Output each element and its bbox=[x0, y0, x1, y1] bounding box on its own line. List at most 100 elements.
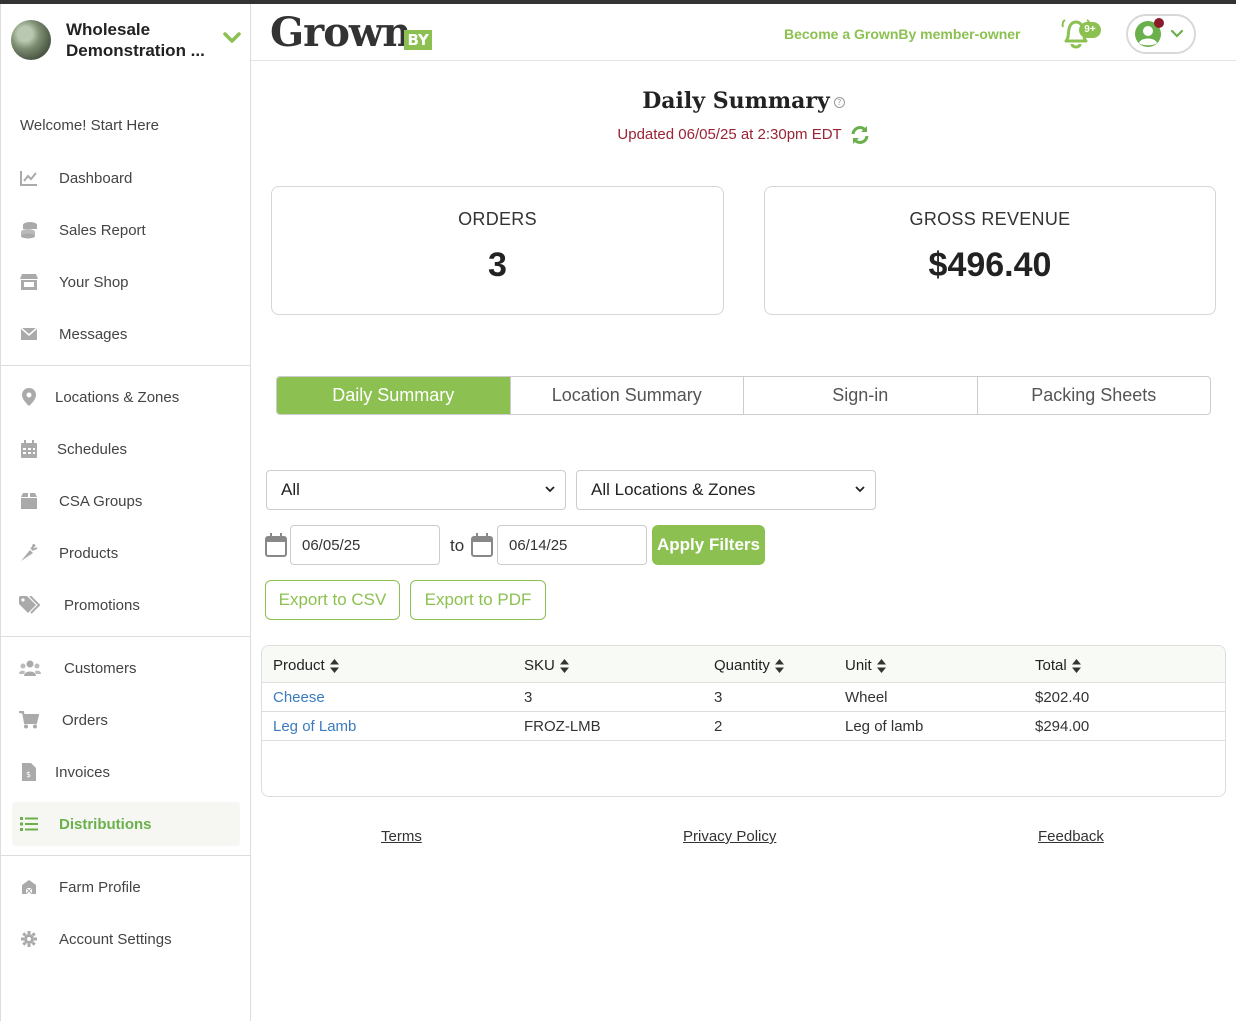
refresh-icon[interactable] bbox=[850, 125, 870, 145]
sidebar-item-label: Farm Profile bbox=[59, 878, 141, 896]
sidebar-item-label: Messages bbox=[59, 325, 128, 343]
tab-location-summary[interactable]: Location Summary bbox=[509, 377, 744, 414]
user-status-dot bbox=[1154, 18, 1164, 28]
sidebar-item-products[interactable]: Products bbox=[12, 531, 240, 575]
calendar-icon bbox=[19, 440, 39, 458]
orders-card: ORDERS 3 bbox=[271, 186, 724, 315]
column-header-sku[interactable]: SKU bbox=[524, 657, 569, 674]
sidebar-item-messages[interactable]: Messages bbox=[12, 312, 240, 356]
privacy-policy-link[interactable]: Privacy Policy bbox=[683, 828, 776, 845]
svg-text:$: $ bbox=[26, 770, 31, 779]
column-header-product[interactable]: Product bbox=[273, 657, 339, 674]
sidebar-item-farm-profile[interactable]: Farm Profile bbox=[12, 865, 240, 909]
invoice-icon: $ bbox=[19, 763, 39, 781]
product-link[interactable]: Leg of Lamb bbox=[273, 718, 356, 735]
sidebar-item-account-settings[interactable]: Account Settings bbox=[12, 917, 240, 961]
chevron-down-icon bbox=[545, 486, 555, 493]
cart-icon bbox=[19, 711, 39, 729]
sidebar-item-label: Invoices bbox=[55, 763, 111, 781]
sidebar-item-orders[interactable]: Orders bbox=[12, 698, 240, 742]
tab-sign-in[interactable]: Sign-in bbox=[743, 377, 977, 414]
revenue-label: GROSS REVENUE bbox=[909, 209, 1071, 229]
sort-icon bbox=[876, 658, 886, 673]
chevron-down-icon bbox=[855, 486, 865, 493]
grownby-logo[interactable]: Grown BY bbox=[270, 10, 432, 56]
table-header: Product SKU Quantity Unit Total bbox=[262, 646, 1225, 683]
help-icon[interactable]: ? bbox=[833, 96, 845, 108]
product-link[interactable]: Cheese bbox=[273, 689, 325, 706]
notification-badge: 9+ bbox=[1079, 22, 1101, 38]
chevron-down-icon[interactable] bbox=[223, 32, 241, 44]
orders-value: 3 bbox=[488, 246, 507, 284]
user-menu[interactable] bbox=[1126, 14, 1196, 54]
tags-icon bbox=[19, 596, 41, 614]
sidebar-item-label: Promotions bbox=[64, 596, 140, 614]
end-date-input[interactable]: 06/14/25 bbox=[497, 525, 647, 565]
sidebar-item-invoices[interactable]: $ Invoices bbox=[12, 750, 240, 794]
sidebar-item-label: Products bbox=[59, 544, 119, 562]
sidebar-item-label: Locations & Zones bbox=[55, 388, 180, 406]
sidebar-item-customers[interactable]: Customers bbox=[12, 646, 240, 690]
to-label: to bbox=[450, 536, 465, 555]
member-owner-link[interactable]: Become a GrownBy member-owner bbox=[784, 26, 1021, 42]
column-header-quantity[interactable]: Quantity bbox=[714, 657, 784, 674]
tab-packing-sheets[interactable]: Packing Sheets bbox=[976, 377, 1211, 414]
tab-daily-summary[interactable]: Daily Summary bbox=[277, 377, 510, 414]
chart-line-icon bbox=[19, 169, 39, 187]
top-header: Grown BY Become a GrownBy member-owner 9… bbox=[251, 4, 1236, 61]
export-pdf-button[interactable]: Export to PDF bbox=[410, 580, 546, 620]
sku-cell: 3 bbox=[524, 689, 533, 706]
list-icon bbox=[19, 815, 39, 833]
map-pin-icon bbox=[19, 388, 39, 406]
quantity-cell: 2 bbox=[714, 718, 723, 735]
carrot-icon bbox=[19, 544, 39, 562]
sidebar-item-distributions[interactable]: Distributions bbox=[12, 802, 240, 846]
box-icon bbox=[19, 492, 39, 510]
sidebar-item-csa-groups[interactable]: CSA Groups bbox=[12, 479, 240, 523]
notifications-button[interactable]: 9+ bbox=[1059, 18, 1101, 52]
sort-icon bbox=[1071, 658, 1081, 673]
column-header-unit[interactable]: Unit bbox=[845, 657, 886, 674]
total-cell: $202.40 bbox=[1035, 689, 1090, 706]
sidebar-item-label: CSA Groups bbox=[59, 492, 143, 510]
sidebar-item-dashboard[interactable]: Dashboard bbox=[12, 156, 240, 200]
table-row: Cheese 3 3 Wheel $202.40 bbox=[262, 683, 1225, 712]
feedback-link[interactable]: Feedback bbox=[1038, 828, 1104, 845]
apply-filters-button[interactable]: Apply Filters bbox=[652, 525, 765, 565]
sidebar-item-label: Account Settings bbox=[59, 930, 172, 948]
sidebar-item-schedules[interactable]: Schedules bbox=[12, 427, 240, 471]
calendar-icon[interactable] bbox=[471, 533, 493, 557]
location-select[interactable]: All Locations & Zones bbox=[576, 470, 876, 510]
revenue-value: $496.40 bbox=[928, 246, 1052, 284]
sidebar-item-sales-report[interactable]: Sales Report bbox=[12, 208, 240, 252]
users-icon bbox=[19, 659, 41, 677]
start-date-input[interactable]: 06/05/25 bbox=[290, 525, 440, 565]
sidebar-item-your-shop[interactable]: Your Shop bbox=[12, 260, 240, 304]
farm-switcher[interactable]: Wholesale Demonstration ... bbox=[11, 18, 243, 62]
chevron-down-icon bbox=[1170, 29, 1184, 38]
sidebar-item-label: Your Shop bbox=[59, 273, 129, 291]
sidebar: Wholesale Demonstration ... Welcome! Sta… bbox=[0, 4, 251, 1021]
sort-icon bbox=[559, 658, 569, 673]
calendar-icon[interactable] bbox=[265, 533, 287, 557]
sidebar-item-promotions[interactable]: Promotions bbox=[12, 583, 240, 627]
updated-status: Updated 06/05/25 at 2:30pm EDT bbox=[251, 125, 1236, 145]
orders-label: ORDERS bbox=[458, 209, 537, 229]
coins-icon bbox=[19, 221, 39, 239]
sidebar-item-label: Sales Report bbox=[59, 221, 146, 239]
page-title: Daily Summary? bbox=[251, 88, 1236, 114]
sidebar-item-label: Customers bbox=[64, 659, 137, 677]
farm-icon bbox=[19, 878, 39, 896]
store-icon bbox=[19, 273, 39, 291]
type-select[interactable]: All bbox=[266, 470, 566, 510]
main-content: Daily Summary? Updated 06/05/25 at 2:30p… bbox=[251, 61, 1236, 1021]
terms-link[interactable]: Terms bbox=[381, 828, 422, 845]
sidebar-item-label: Dashboard bbox=[59, 169, 133, 187]
quantity-cell: 3 bbox=[714, 689, 723, 706]
column-header-total[interactable]: Total bbox=[1035, 657, 1081, 674]
sidebar-item-label: Distributions bbox=[59, 815, 152, 833]
envelope-icon bbox=[19, 325, 39, 343]
export-csv-button[interactable]: Export to CSV bbox=[265, 580, 400, 620]
welcome-link[interactable]: Welcome! Start Here bbox=[20, 117, 159, 134]
sidebar-item-locations[interactable]: Locations & Zones bbox=[12, 375, 240, 419]
